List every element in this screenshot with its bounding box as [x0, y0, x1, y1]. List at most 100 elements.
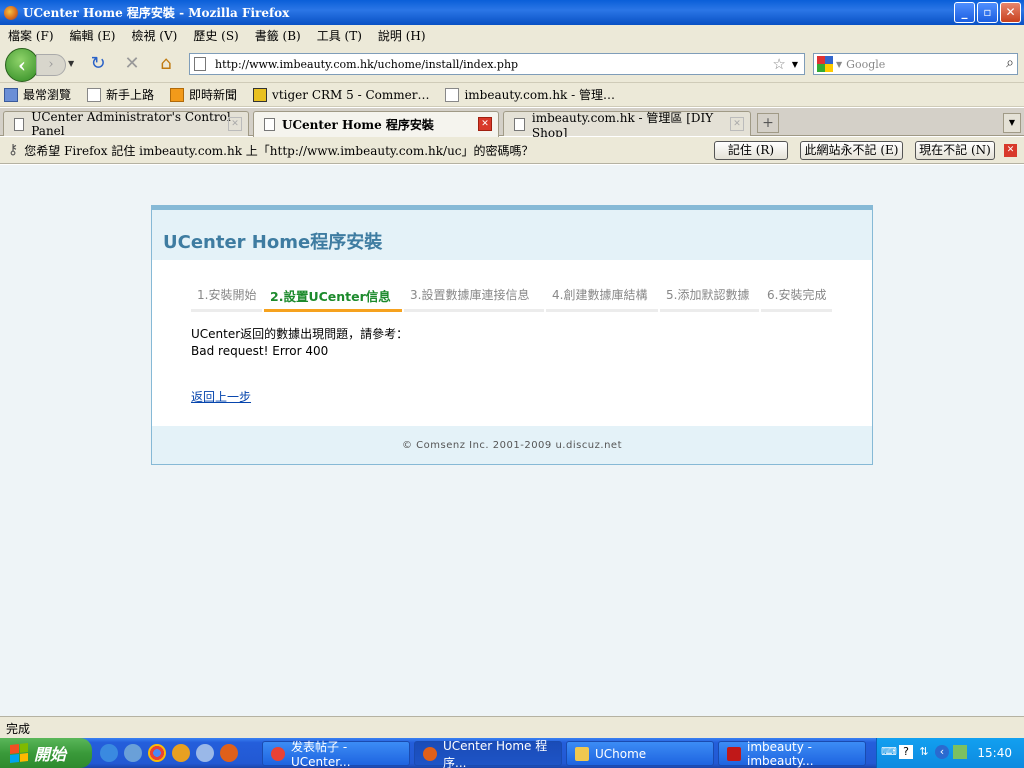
task-folder-uchome[interactable]: UChome [566, 741, 714, 766]
tab-label: UCenter Home 程序安裝 [282, 118, 434, 132]
page-icon [264, 118, 275, 131]
start-label: 開始 [34, 745, 67, 764]
chrome-icon [271, 746, 285, 761]
task-chrome-post[interactable]: 发表帖子 - UCenter... [262, 740, 410, 768]
stop-icon[interactable]: ✕ [122, 54, 142, 74]
page-icon [14, 117, 25, 131]
keyboard-icon[interactable]: ⌨ [881, 745, 897, 759]
app-icon[interactable] [172, 744, 190, 762]
menu-bookmarks[interactable]: 書籤 (B) [255, 27, 301, 44]
install-panel: UCenter Home程序安裝 1.安裝開始 2.設置UCenter信息 3.… [151, 205, 873, 465]
forward-button[interactable]: › [36, 54, 66, 76]
window-titlebar: UCenter Home 程序安裝 - Mozilla Firefox _ ▫ … [0, 0, 1024, 25]
task-label: 发表帖子 - UCenter... [291, 740, 351, 768]
bookmark-star-icon[interactable]: ☆ [772, 55, 785, 73]
app-icon[interactable] [196, 744, 214, 762]
bookmark-folder-icon [4, 87, 18, 102]
tab-close-icon[interactable]: ✕ [730, 117, 744, 131]
new-tab-button[interactable]: + [757, 113, 779, 133]
minimize-button[interactable]: _ [954, 2, 975, 23]
notification-close-icon[interactable]: ✕ [1004, 144, 1017, 157]
tray-app-icon[interactable] [953, 745, 967, 759]
page-icon [194, 57, 206, 71]
magnifier-icon[interactable]: ⌕ [1006, 55, 1014, 71]
app-icon[interactable] [124, 744, 142, 762]
tab-uchome-install[interactable]: UCenter Home 程序安裝 ✕ [253, 111, 499, 137]
step-1: 1.安裝開始 [191, 281, 262, 312]
bookmark-getting-started[interactable]: 新手上路 [87, 86, 154, 103]
bookmark-label: vtiger CRM 5 - Commer… [272, 87, 430, 102]
task-filezilla[interactable]: imbeauty - imbeauty... [718, 739, 866, 768]
taskbar: 開始 发表帖子 - UCenter... UCenter Home 程序... … [0, 738, 1024, 768]
vtiger-icon [253, 87, 268, 102]
never-remember-button[interactable]: 此網站永不記 (E) [800, 141, 903, 160]
folder-icon [575, 746, 589, 761]
task-label: UCenter Home 程序... [443, 738, 548, 768]
search-box[interactable]: ▼ Google ⌕ [813, 53, 1018, 75]
error-detail: Bad request! Error 400 [191, 344, 329, 358]
google-icon[interactable] [817, 56, 833, 72]
close-button[interactable]: ✕ [1000, 2, 1021, 23]
page-footer: © Comsenz Inc. 2001-2009 u.discuz.net [152, 426, 872, 464]
menu-history[interactable]: 歷史 (S) [193, 27, 238, 44]
start-button[interactable]: 開始 [0, 738, 92, 768]
tab-list-dropdown-icon[interactable]: ▼ [1003, 113, 1021, 133]
tab-close-icon[interactable]: ✕ [478, 117, 492, 131]
bookmark-most-visited[interactable]: 最常瀏覽 [4, 86, 71, 103]
bookmark-label: 即時新聞 [189, 88, 238, 102]
page-icon [445, 87, 460, 102]
step-6: 6.安裝完成 [761, 281, 832, 312]
tab-label: imbeauty.com.hk - 管理區 [DIY Shop] [531, 110, 714, 140]
navigation-toolbar: ‹ › ▼ ↻ ✕ ⌂ http://www.imbeauty.com.hk/u… [0, 45, 1024, 83]
status-bar: 完成 [0, 716, 1024, 738]
page-icon [87, 87, 102, 102]
menu-help[interactable]: 說明 (H) [378, 27, 426, 44]
tab-ucenter-admin[interactable]: UCenter Administrator's Control Panel ✕ [3, 110, 249, 138]
remember-button[interactable]: 記住 (R) [714, 141, 788, 160]
address-bar[interactable]: http://www.imbeauty.com.hk/uchome/instal… [189, 53, 805, 75]
back-button[interactable]: ‹ [5, 48, 39, 82]
filezilla-icon [727, 746, 741, 761]
bookmarks-toolbar: 最常瀏覽 新手上路 即時新聞 vtiger CRM 5 - Commer… im… [0, 83, 1024, 107]
task-label: imbeauty - imbeauty... [747, 739, 814, 768]
url-dropdown-icon[interactable]: ▼ [792, 60, 798, 69]
window-title: UCenter Home 程序安裝 - Mozilla Firefox [23, 6, 290, 20]
search-placeholder: Google [846, 57, 886, 71]
chrome-icon[interactable] [148, 744, 166, 762]
firefox-icon[interactable] [220, 744, 238, 762]
ie-icon[interactable] [100, 744, 118, 762]
step-5: 5.添加默認數據 [660, 281, 759, 312]
system-tray: ⌨ ? ⇅ ‹ 15:40 [876, 738, 1024, 768]
not-now-button[interactable]: 現在不記 (N) [915, 141, 995, 160]
tab-label: UCenter Administrator's Control Panel [31, 110, 231, 138]
bookmark-vtiger[interactable]: vtiger CRM 5 - Commer… [253, 87, 430, 102]
task-firefox-uchome[interactable]: UCenter Home 程序... [414, 739, 562, 768]
tab-imbeauty-admin[interactable]: imbeauty.com.hk - 管理區 [DIY Shop] ✕ [503, 111, 751, 140]
network-icon[interactable]: ⇅ [917, 745, 931, 759]
reload-icon[interactable]: ↻ [88, 54, 108, 74]
page-content: UCenter Home程序安裝 1.安裝開始 2.設置UCenter信息 3.… [0, 165, 1024, 716]
search-engine-dropdown-icon[interactable]: ▼ [836, 60, 842, 69]
tab-close-icon[interactable]: ✕ [228, 117, 242, 131]
url-text[interactable]: http://www.imbeauty.com.hk/uchome/instal… [215, 58, 772, 71]
menu-view[interactable]: 檢視 (V) [131, 27, 177, 44]
firefox-icon [423, 746, 437, 761]
tray-arrow-icon[interactable]: ‹ [935, 745, 949, 759]
status-text: 完成 [6, 722, 31, 736]
password-notification-bar: ⚷ 您希望 Firefox 記住 imbeauty.com.hk 上「http:… [0, 137, 1024, 164]
bookmark-news[interactable]: 即時新聞 [170, 86, 237, 103]
menu-edit[interactable]: 編輯 (E) [70, 27, 116, 44]
home-icon[interactable]: ⌂ [156, 54, 176, 74]
rss-icon [170, 87, 185, 102]
step-4: 4.創建數據庫結構 [546, 281, 658, 312]
page-icon [514, 117, 525, 131]
back-step-link[interactable]: 返回上一步 [191, 388, 251, 405]
step-2-current: 2.設置UCenter信息 [264, 281, 402, 312]
bookmark-label: 新手上路 [106, 88, 155, 102]
bookmark-imbeauty[interactable]: imbeauty.com.hk - 管理… [445, 86, 615, 103]
history-dropdown-icon[interactable]: ▼ [68, 59, 74, 68]
menu-file[interactable]: 檔案 (F) [8, 27, 54, 44]
help-icon[interactable]: ? [899, 745, 913, 759]
maximize-button[interactable]: ▫ [977, 2, 998, 23]
menu-tools[interactable]: 工具 (T) [317, 27, 362, 44]
